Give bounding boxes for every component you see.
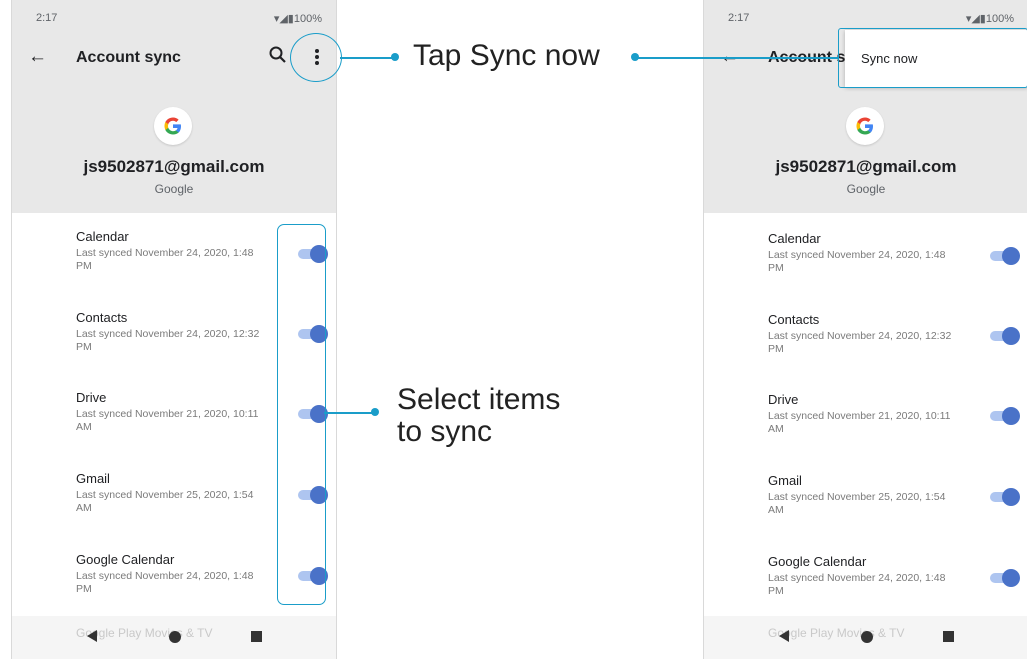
phone-screen-right: 2:17 ▾◢▮100% ← Account s Sync now js9502… (703, 0, 1027, 659)
google-logo-icon (154, 107, 192, 145)
callout-dot (391, 53, 399, 61)
callout-line (635, 57, 838, 59)
callout-line (324, 412, 374, 414)
nav-home-icon[interactable] (861, 631, 873, 643)
nav-back-icon[interactable] (87, 630, 97, 642)
toggles-highlight-box (277, 224, 326, 605)
sync-item-subtitle: Last synced November 25, 2020, 1:54 AM (76, 489, 254, 514)
sync-item-subtitle: Last synced November 21, 2020, 10:11 AM (768, 410, 951, 435)
select-items-label-line2: to sync (397, 415, 493, 448)
account-provider: Google (846, 182, 886, 196)
sync-item-subtitle: Last synced November 25, 2020, 1:54 AM (768, 491, 946, 516)
sync-toggle-contacts[interactable] (986, 327, 1020, 345)
sync-toggle-google-calendar[interactable] (986, 569, 1020, 587)
nav-home-icon[interactable] (169, 631, 181, 643)
status-time: 2:17 (36, 12, 58, 24)
select-items-label-line1: Select items (397, 383, 561, 416)
sync-item-subtitle: Last synced November 24, 2020, 1:48 PM (768, 572, 946, 597)
nav-recents-icon[interactable] (251, 631, 262, 642)
sync-toggle-calendar[interactable] (986, 247, 1020, 265)
navigation-bar: Google Play Movies & TV (704, 616, 1027, 659)
sync-item-title: Drive (768, 392, 799, 407)
search-icon[interactable] (267, 44, 289, 66)
sync-toggle-drive[interactable] (986, 407, 1020, 425)
google-logo-icon (846, 107, 884, 145)
sync-toggle-gmail[interactable] (986, 488, 1020, 506)
sync-item-title: Google Calendar (768, 554, 867, 569)
sync-item-subtitle: Last synced November 21, 2020, 10:11 AM (76, 408, 259, 433)
sync-item-subtitle: Last synced November 24, 2020, 1:48 PM (768, 249, 946, 274)
account-provider: Google (154, 182, 194, 196)
callout-dot (371, 408, 379, 416)
sync-item-gmail[interactable]: Gmail Last synced November 25, 2020, 1:5… (768, 473, 1018, 517)
account-email: js9502871@gmail.com (775, 157, 957, 176)
more-menu-highlight-circle (290, 33, 342, 82)
navigation-bar: Google Play Movies & TV (12, 616, 336, 659)
nav-recents-icon[interactable] (943, 631, 954, 642)
sync-item-subtitle: Last synced November 24, 2020, 1:48 PM (76, 247, 254, 272)
account-email: js9502871@gmail.com (83, 157, 265, 176)
sync-item-google-calendar[interactable]: Google Calendar Last synced November 24,… (768, 554, 1018, 598)
sync-item-contacts[interactable]: Contacts Last synced November 24, 2020, … (768, 312, 1018, 356)
sync-now-highlight-box (838, 28, 1027, 88)
status-icons: ▾◢▮100% (965, 13, 1014, 25)
sync-item-drive[interactable]: Drive Last synced November 21, 2020, 10:… (768, 392, 1018, 436)
sync-item-calendar[interactable]: Calendar Last synced November 24, 2020, … (768, 231, 1018, 275)
sync-item-subtitle: Last synced November 24, 2020, 12:32 PM (768, 330, 952, 355)
back-arrow-icon[interactable]: ← (28, 46, 47, 68)
callout-line (340, 57, 394, 59)
sync-item-subtitle: Last synced November 24, 2020, 1:48 PM (76, 570, 254, 595)
tap-sync-now-label: Tap Sync now (413, 39, 600, 72)
sync-item-subtitle: Last synced November 24, 2020, 12:32 PM (76, 328, 260, 353)
sync-item-title: Gmail (768, 473, 802, 488)
sync-item-title: Contacts (768, 312, 820, 327)
status-time: 2:17 (728, 12, 750, 24)
page-title: Account sync (76, 49, 181, 66)
sync-item-title: Calendar (768, 231, 821, 246)
status-icons: ▾◢▮100% (273, 13, 322, 25)
nav-back-icon[interactable] (779, 630, 789, 642)
